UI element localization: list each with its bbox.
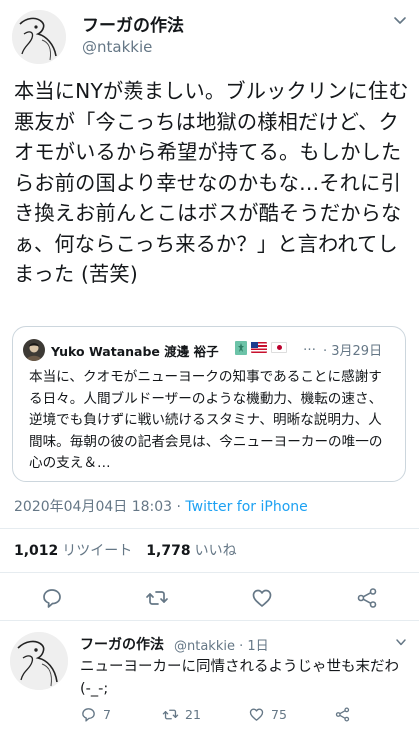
author-handle[interactable]: @ntakkie [82,38,152,56]
reply-text: ニューヨーカーに同情されるようじゃ世も末だわ (-_-; [80,659,399,697]
share-icon [334,706,351,723]
chevron-down-icon[interactable] [394,634,408,648]
timestamp-date: 2020年04月04日 18:03 [14,499,173,515]
tweet-action-bar [0,578,419,618]
divider [0,620,419,621]
quoted-date: · 3月29日 [323,344,383,359]
engagement-stats: 1,012 リツイート 1,778 いいね [14,540,251,560]
quoted-author-name: Yuko Watanabe 渡邊 裕子 [51,344,219,359]
likes-count[interactable]: 1,778 [146,543,190,559]
author-avatar[interactable] [12,10,66,64]
source-client-link[interactable]: Twitter for iPhone [185,499,307,515]
speech-bubble-icon [80,706,97,723]
divider [0,572,419,573]
reply-retweet-button[interactable]: 21 [162,706,201,723]
reply-tweet[interactable]: フーガの作法 @ntakkie · 1日 ニューヨーカーに同情されるようじゃ世も… [0,626,419,732]
like-count: 75 [271,707,287,722]
us-flag-icon [251,341,267,353]
likes-label[interactable]: いいね [195,543,237,559]
quoted-author-emoji [235,340,287,355]
tweet-header: フーガの作法 @ntakkie [0,0,419,70]
heart-icon [248,706,265,723]
reply-count: 7 [103,707,111,722]
quoted-author-avatar [23,339,45,361]
share-icon[interactable] [355,586,379,610]
reply-reply-button[interactable]: 7 [80,706,111,723]
heart-icon[interactable] [250,586,274,610]
reply-action-bar: 7 21 75 [0,706,419,728]
reply-author-name[interactable]: フーガの作法 [80,634,164,654]
speech-bubble-icon[interactable] [40,586,64,610]
statue-of-liberty-icon [235,340,247,355]
quoted-tweet-card[interactable]: Yuko Watanabe 渡邊 裕子 … · 3月29日 本当に、クオモがニュ… [12,326,406,482]
retweets-count[interactable]: 1,012 [14,543,58,559]
tweet-timestamp: 2020年04月04日 18:03 · Twitter for iPhone [14,496,308,516]
reply-like-button[interactable]: 75 [248,706,287,723]
tweet-text: 本当にNYが羨ましい。ブルックリンに住む悪友が「今こっちは地獄の様相だけど、クオ… [14,79,409,286]
author-display-name[interactable]: フーガの作法 [82,11,184,36]
retweet-icon [162,706,179,723]
quoted-name-ellipsis: … [303,339,316,354]
divider [0,528,419,529]
japan-flag-icon [271,341,287,353]
reply-author-handle-time[interactable]: @ntakkie · 1日 [174,635,269,654]
quoted-text: 本当に、クオモがニューヨークの知事であることに感謝する日々。人間ブルドーザーのよ… [29,369,383,472]
chevron-down-icon[interactable] [392,12,408,28]
retweets-label[interactable]: リツイート [62,543,132,559]
reply-share-button[interactable] [334,706,351,723]
retweet-icon[interactable] [145,586,169,610]
reply-author-avatar[interactable] [10,632,68,690]
retweet-count: 21 [185,707,201,722]
